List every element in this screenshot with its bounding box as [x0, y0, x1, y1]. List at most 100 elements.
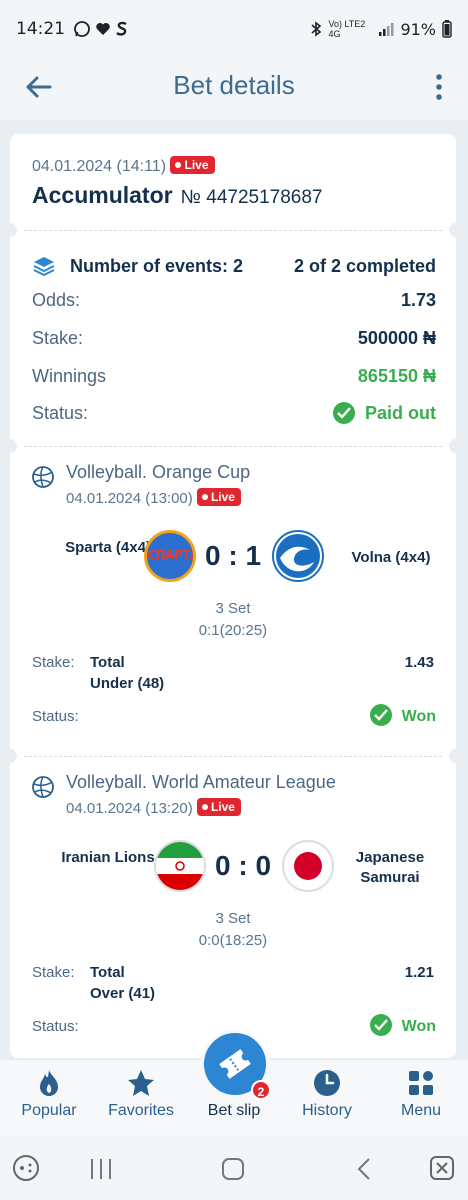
live-badge: Live: [196, 488, 241, 506]
nav-betslip-label: Bet slip: [207, 1102, 261, 1119]
nav-favorites[interactable]: Favorites: [94, 1068, 188, 1120]
team2-logo: [272, 530, 324, 582]
events-count-row: Number of events: 2 2 of 2 completed: [32, 254, 436, 278]
check-circle-icon: [333, 402, 355, 424]
heart-icon: [96, 23, 110, 35]
iran-flag-icon: [154, 840, 206, 892]
pick-line2: Under (48): [90, 675, 165, 692]
odds-value: 1.73: [400, 290, 436, 310]
team1-name: Sparta (4x4): [65, 539, 151, 556]
status-label: Status:: [32, 1018, 79, 1035]
page-title: Bet details: [173, 70, 295, 100]
event-card[interactable]: Volleyball. World Amateur League 04.01.2…: [3, 749, 463, 1058]
team2-name: Volna (4x4): [351, 549, 431, 566]
set-number: 3 Set: [215, 600, 251, 617]
recent-apps-icon[interactable]: [86, 1156, 116, 1182]
betslip-count-badge: 2: [251, 1080, 271, 1100]
event-odd: 1.21: [404, 964, 434, 981]
pick-value: Total Under (48): [90, 652, 164, 694]
status-value-wrap: Paid out: [333, 402, 436, 424]
stake-label: Stake:: [32, 964, 75, 981]
event-league: Volleyball. World Amateur League: [66, 772, 336, 792]
odds-row: Odds: 1.73: [32, 290, 436, 311]
status-row: Status: Paid out: [32, 402, 436, 424]
event-score: 0 : 0: [214, 850, 272, 881]
set-number: 3 Set: [215, 910, 251, 927]
live-badge: Live: [196, 798, 241, 816]
stake-value: 500000 ₦: [357, 328, 436, 348]
live-badge: Live: [170, 156, 215, 174]
status-value: Paid out: [365, 403, 436, 423]
status-value: Won: [401, 708, 436, 725]
pick-line1: Total: [90, 964, 125, 981]
star-icon: [128, 1070, 154, 1096]
event-card[interactable]: Volleyball. Orange Cup 04.01.2024 (13:00…: [3, 439, 463, 756]
more-options-icon[interactable]: [434, 72, 444, 102]
notification-icons: [73, 20, 129, 38]
nav-menu[interactable]: Menu: [374, 1068, 468, 1120]
nav-menu-label: Menu: [400, 1102, 442, 1119]
status-value-wrap: Won: [369, 704, 436, 726]
set-score: 0:0(18:25): [198, 932, 268, 949]
nav-popular-label: Popular: [21, 1102, 77, 1119]
bet-summary-card: Number of events: 2 2 of 2 completed Odd…: [3, 223, 463, 446]
game-launcher-icon[interactable]: [12, 1154, 40, 1182]
event-odd: 1.43: [404, 654, 434, 671]
volleyball-icon: [32, 776, 54, 798]
event-date: 04.01.2024 (13:20): [66, 800, 193, 817]
layers-icon: [33, 257, 55, 277]
team1-name: Iranian Lions: [61, 849, 155, 866]
events-completed: 2 of 2 completed: [293, 255, 436, 276]
pick-line2: Over (41): [90, 985, 156, 1002]
event-date: 04.01.2024 (13:00): [66, 490, 193, 507]
app-bar: Bet details: [0, 58, 468, 120]
stake-label: Stake:: [32, 654, 75, 671]
status-value: Won: [401, 1018, 436, 1035]
nav-history[interactable]: History: [280, 1068, 374, 1120]
event-date-row: 04.01.2024 (13:00) Live: [66, 488, 241, 507]
wave-icon: [276, 534, 320, 578]
events-count: Number of events: 2: [70, 255, 244, 276]
back-icon[interactable]: [354, 1156, 374, 1182]
japan-flag-icon: [282, 840, 334, 892]
winnings-label: Winnings: [32, 366, 107, 386]
nav-favorites-label: Favorites: [108, 1102, 174, 1119]
winnings-value: 865150 ₦: [357, 366, 436, 386]
accessibility-icon[interactable]: [428, 1154, 456, 1182]
bet-header-card: 04.01.2024 (14:11) Live Accumulator № 447…: [10, 134, 456, 230]
bet-type: Accumulator: [32, 182, 173, 208]
status-value-wrap: Won: [369, 1014, 436, 1036]
volleyball-icon: [32, 466, 54, 488]
set-info: 3 Set 0:0(18:25): [10, 908, 456, 952]
nav-popular[interactable]: Popular: [2, 1068, 96, 1120]
status-time: 14:21: [16, 19, 65, 39]
team2-name: Japanese Samurai: [355, 849, 425, 886]
signal-icon: [379, 23, 394, 36]
stake-row: Stake: 500000 ₦: [32, 328, 436, 349]
bet-date: 04.01.2024 (14:11): [32, 158, 167, 175]
bet-date-row: 04.01.2024 (14:11) Live: [32, 156, 215, 176]
set-score: 0:1(20:25): [198, 622, 268, 639]
event-date-row: 04.01.2024 (13:20) Live: [66, 798, 241, 817]
winnings-row: Winnings 865150 ₦: [32, 366, 436, 387]
system-indicators: Vo) LTE2 4G 91%: [310, 19, 452, 39]
team1-logo: СПАРТА: [144, 530, 196, 582]
set-info: 3 Set 0:1(20:25): [10, 598, 456, 642]
bet-title: Accumulator № 44725178687: [32, 182, 323, 209]
status-label: Status:: [32, 402, 89, 423]
clock-icon: [314, 1070, 340, 1096]
bet-number: № 44725178687: [180, 187, 323, 208]
bluetooth-icon: [311, 21, 322, 37]
check-circle-icon: [369, 1014, 392, 1036]
check-circle-icon: [369, 704, 392, 726]
event-league: Volleyball. Orange Cup: [66, 462, 251, 482]
status-bar: 14:21 Vo) LTE2 4G 91%: [0, 0, 468, 58]
event-score: 0 : 1: [204, 540, 262, 571]
grid-icon: [409, 1071, 433, 1095]
flame-icon: [40, 1070, 58, 1096]
team1-logo-text: СПАРТА: [147, 548, 196, 562]
battery-icon: [442, 20, 452, 38]
nav-history-label: History: [302, 1102, 352, 1119]
home-icon[interactable]: [220, 1156, 246, 1182]
odds-label: Odds:: [32, 290, 81, 310]
